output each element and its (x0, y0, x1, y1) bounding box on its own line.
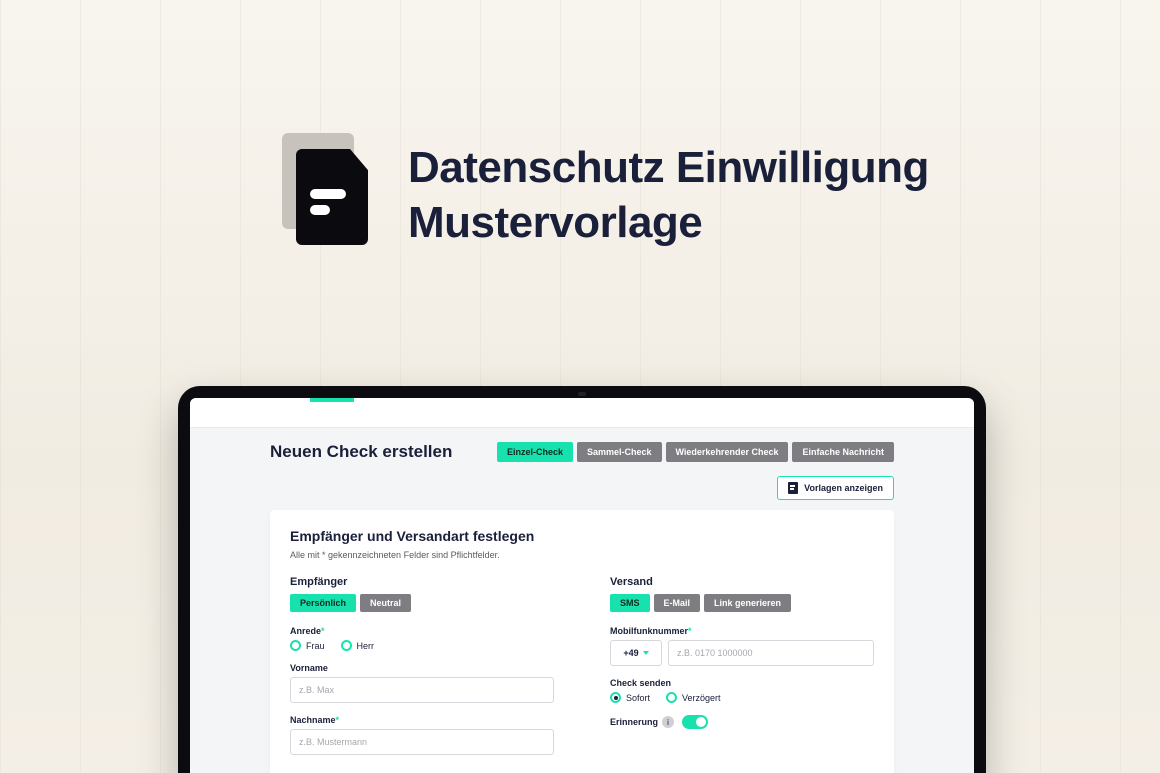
phone-field: Mobilfunknummer* +49 (610, 626, 874, 666)
lastname-label: Nachname* (290, 715, 554, 725)
dial-code-select[interactable]: +49 (610, 640, 662, 666)
reminder-label: Erinnerung (610, 717, 658, 727)
tab-einfache-nachricht[interactable]: Einfache Nachricht (792, 442, 894, 462)
hero: Datenschutz Einwilligung Mustervorlage (290, 140, 929, 250)
recipient-mode-pills: Persönlich Neutral (290, 594, 554, 612)
app-topbar (190, 398, 974, 428)
radio-verzoegert-label: Verzögert (682, 693, 721, 703)
phone-input[interactable] (668, 640, 874, 666)
salutation-field: Anrede* Frau Herr (290, 626, 554, 651)
send-check-field: Check senden Sofort Verzögert (610, 678, 874, 703)
dial-code-value: +49 (623, 648, 638, 658)
hero-title-line1: Datenschutz Einwilligung (408, 140, 929, 195)
send-column: Versand SMS E-Mail Link generieren Mobil… (610, 576, 874, 767)
pill-persoenlich[interactable]: Persönlich (290, 594, 356, 612)
hero-title-line2: Mustervorlage (408, 195, 929, 250)
tab-wiederkehrend[interactable]: Wiederkehrender Check (666, 442, 789, 462)
section-title: Empfänger und Versandart festlegen (290, 528, 874, 544)
app-content: Neuen Check erstellen Einzel-Check Samme… (190, 428, 974, 773)
document-icon (788, 482, 798, 494)
section-subtitle: Alle mit * gekennzeichneten Felder sind … (290, 550, 874, 560)
show-templates-button[interactable]: Vorlagen anzeigen (777, 476, 894, 500)
pill-link[interactable]: Link generieren (704, 594, 791, 612)
radio-verzoegert[interactable]: Verzögert (666, 692, 721, 703)
document-icon (290, 141, 376, 249)
radio-dot-icon (290, 640, 301, 651)
radio-frau[interactable]: Frau (290, 640, 325, 651)
radio-dot-icon (341, 640, 352, 651)
tab-sammel-check[interactable]: Sammel-Check (577, 442, 662, 462)
radio-sofort-label: Sofort (626, 693, 650, 703)
chevron-down-icon (643, 651, 649, 655)
radio-dot-icon (666, 692, 677, 703)
reminder-toggle[interactable] (682, 715, 708, 729)
show-templates-label: Vorlagen anzeigen (804, 483, 883, 493)
channel-pills: SMS E-Mail Link generieren (610, 594, 874, 612)
send-group-title: Versand (610, 576, 874, 588)
firstname-label: Vorname (290, 663, 554, 673)
laptop-frame: Neuen Check erstellen Einzel-Check Samme… (178, 386, 986, 773)
radio-sofort[interactable]: Sofort (610, 692, 650, 703)
phone-label: Mobilfunknummer* (610, 626, 874, 636)
recipient-column: Empfänger Persönlich Neutral Anrede* Fra… (290, 576, 554, 767)
firstname-field: Vorname (290, 663, 554, 703)
camera-icon (578, 392, 586, 396)
send-check-label: Check senden (610, 678, 874, 688)
firstname-input[interactable] (290, 677, 554, 703)
tab-einzel-check[interactable]: Einzel-Check (497, 442, 573, 462)
form-card: Empfänger und Versandart festlegen Alle … (270, 510, 894, 773)
radio-dot-icon (610, 692, 621, 703)
radio-herr-label: Herr (357, 641, 375, 651)
lastname-input[interactable] (290, 729, 554, 755)
pill-neutral[interactable]: Neutral (360, 594, 411, 612)
pill-sms[interactable]: SMS (610, 594, 650, 612)
pill-email[interactable]: E-Mail (654, 594, 701, 612)
page-header: Neuen Check erstellen Einzel-Check Samme… (270, 442, 894, 462)
lastname-field: Nachname* (290, 715, 554, 755)
salutation-label: Anrede* (290, 626, 554, 636)
reminder-row: Erinnerung i (610, 715, 874, 729)
radio-frau-label: Frau (306, 641, 325, 651)
toolbar: Vorlagen anzeigen (270, 476, 894, 500)
recipient-group-title: Empfänger (290, 576, 554, 588)
info-icon[interactable]: i (662, 716, 674, 728)
app-screen: Neuen Check erstellen Einzel-Check Samme… (190, 398, 974, 773)
page-title: Neuen Check erstellen (270, 442, 452, 462)
hero-title: Datenschutz Einwilligung Mustervorlage (408, 140, 929, 250)
check-type-tabs: Einzel-Check Sammel-Check Wiederkehrende… (497, 442, 894, 462)
radio-herr[interactable]: Herr (341, 640, 375, 651)
topbar-accent (310, 398, 354, 402)
